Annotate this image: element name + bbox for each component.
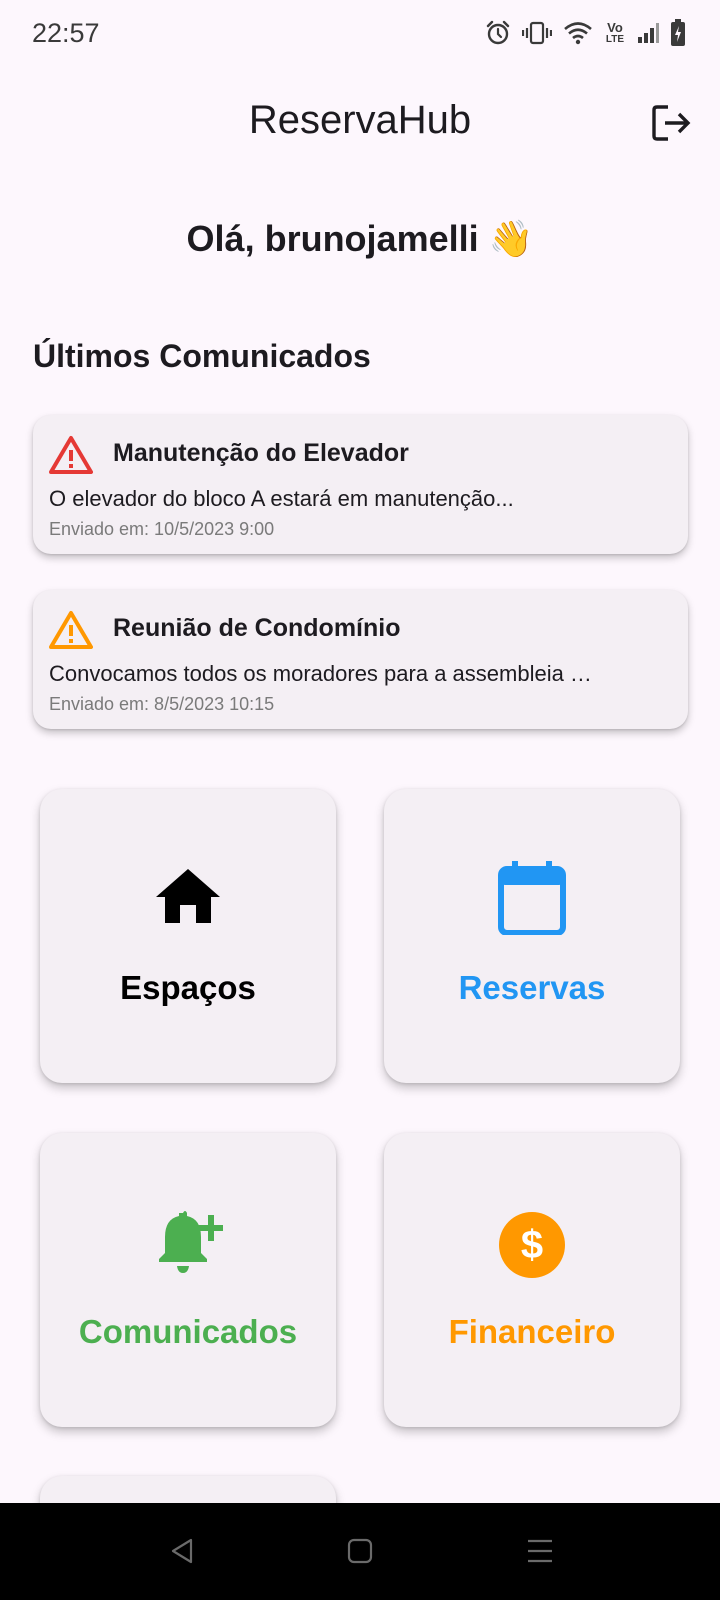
notice-date: Enviado em: 10/5/2023 9:00	[49, 519, 275, 539]
volte-bottom-label: LTE	[605, 34, 625, 45]
notice-body: Convocamos todos os moradores para a ass…	[49, 661, 592, 686]
nav-recents-button[interactable]	[522, 1533, 558, 1569]
signal-icon	[638, 23, 659, 43]
alarm-icon	[486, 20, 510, 45]
notice-card[interactable]: Manutenção do Elevador O elevador do blo…	[33, 415, 688, 554]
greeting: Olá, brunojamelli 👋	[186, 218, 534, 259]
tile-espacos[interactable]: Espaços	[40, 789, 336, 1083]
tile-label: Espaços	[120, 969, 256, 1006]
add-alert-icon	[159, 1211, 223, 1273]
notice-body: O elevador do bloco A estará em manutenç…	[49, 486, 514, 511]
warning-icon	[49, 436, 93, 474]
screen: 22:57 Vo LTE ReservaHub Olá, brunojamell…	[0, 0, 720, 1600]
tile-comunicados[interactable]: Comunicados	[40, 1133, 336, 1427]
notice-title: Manutenção do Elevador	[113, 439, 409, 467]
tile-label: Financeiro	[448, 1313, 616, 1350]
app-title: ReservaHub	[248, 98, 472, 142]
vibrate-icon	[522, 21, 552, 45]
system-nav-bar	[0, 1503, 720, 1600]
notice-title: Reunião de Condomínio	[113, 614, 401, 642]
warning-icon	[49, 611, 93, 649]
notice-date: Enviado em: 8/5/2023 10:15	[49, 694, 275, 714]
home-square-icon	[347, 1538, 373, 1564]
wifi-icon	[564, 22, 592, 45]
tile-label: Reservas	[458, 969, 606, 1006]
nav-back-button[interactable]	[164, 1533, 200, 1569]
tile-reservas[interactable]: Reservas	[384, 789, 680, 1083]
status-time: 22:57	[32, 18, 100, 48]
recents-icon	[528, 1539, 552, 1563]
nav-home-button[interactable]	[342, 1533, 378, 1569]
calendar-icon	[498, 861, 566, 935]
volte-icon: Vo LTE	[604, 21, 626, 45]
battery-charging-icon	[671, 19, 685, 46]
section-title: Últimos Comunicados	[33, 338, 371, 374]
logout-button[interactable]	[648, 100, 696, 146]
status-icons: Vo LTE	[485, 18, 686, 48]
dollar-icon: $	[499, 1212, 565, 1278]
notice-card[interactable]: Reunião de Condomínio Convocamos todos o…	[33, 590, 688, 729]
home-icon	[156, 869, 220, 923]
logout-icon	[652, 105, 691, 141]
volte-top-label: Vo	[607, 20, 623, 35]
svg-text:$: $	[521, 1223, 543, 1267]
status-bar: 22:57 Vo LTE	[0, 0, 720, 66]
tile-financeiro[interactable]: $ Financeiro	[384, 1133, 680, 1427]
tile-label: Comunicados	[78, 1313, 298, 1350]
back-icon	[171, 1538, 193, 1564]
